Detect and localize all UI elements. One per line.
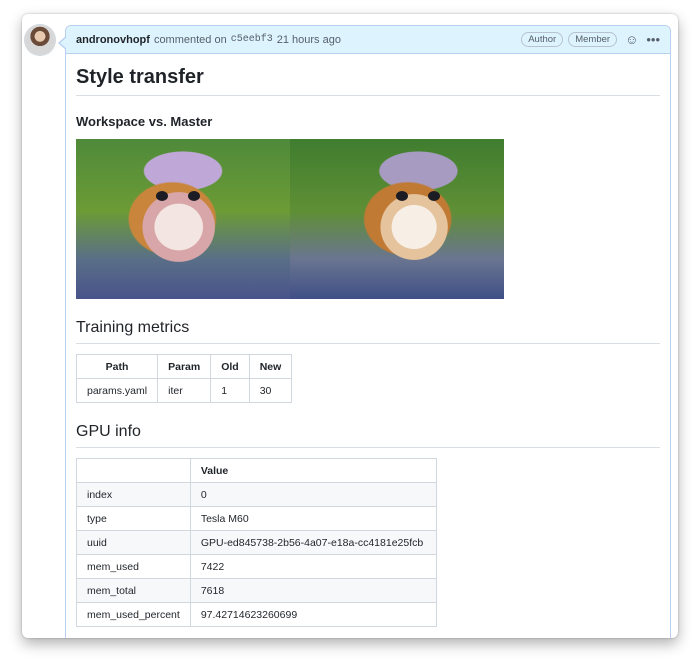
table-header-row: Value [76, 458, 437, 483]
master-image [290, 139, 504, 299]
table-cell: uuid [76, 530, 191, 555]
table-cell: Tesla M60 [189, 506, 437, 531]
table-row: mem_total 7618 [76, 578, 437, 603]
table-cell: mem_used [76, 554, 191, 579]
workspace-image [76, 139, 290, 299]
author-link[interactable]: andronovhopf [76, 34, 150, 46]
table-cell: type [76, 506, 191, 531]
table-cell: iter [157, 378, 212, 403]
comment-action: commented on [153, 33, 227, 46]
table-cell: params.yaml [75, 378, 159, 403]
table-row: index 0 [76, 482, 437, 507]
table-cell: 7422 [189, 554, 437, 579]
table-cell: 0 [189, 482, 437, 507]
table-row: params.yaml iter 1 30 [75, 378, 293, 403]
comment-card: andronovhopf commented on c5eebf3 21 hou… [58, 25, 671, 638]
table-cell: mem_used_percent [76, 602, 191, 627]
metrics-heading: Training metrics [76, 319, 660, 344]
column-header [76, 458, 191, 483]
table-cell: index [76, 482, 191, 507]
table-row: mem_used_percent 97.42714623260699 [76, 602, 437, 627]
table-row: type Tesla M60 [76, 506, 437, 531]
column-header: Value [189, 458, 437, 483]
smiley-icon[interactable]: ☺ [625, 33, 638, 46]
column-header: Path [75, 354, 159, 379]
member-badge: Member [568, 32, 618, 47]
table-row: uuid GPU-ed845738-2b56-4a07-e18a-cc4181e… [76, 530, 437, 555]
table-cell: 1 [210, 378, 250, 403]
comparison-heading: Workspace vs. Master [76, 114, 213, 129]
table-cell: 97.42714623260699 [189, 602, 437, 627]
table-header-row: Path Param Old New [75, 354, 293, 379]
column-header: New [248, 354, 293, 379]
table-row: mem_used 7422 [76, 554, 437, 579]
page-title: Style transfer [76, 66, 660, 96]
table-cell: 30 [248, 378, 293, 403]
kebab-menu-icon[interactable]: ••• [646, 33, 660, 46]
comment-header: andronovhopf commented on c5eebf3 21 hou… [66, 26, 670, 54]
table-cell: mem_total [76, 578, 191, 603]
gpu-heading: GPU info [76, 423, 660, 448]
metrics-table: Path Param Old New params.yaml iter 1 30 [75, 354, 293, 403]
author-badge: Author [521, 32, 564, 47]
comment-body: Style transfer Workspace vs. Master Trai… [66, 66, 670, 627]
table-cell: 7618 [189, 578, 437, 603]
gpu-table: Value index 0 type Tesla M60 uuid GPU-ed… [76, 458, 437, 627]
table-cell: GPU-ed845738-2b56-4a07-e18a-cc4181e25fcb [189, 530, 437, 555]
comment-time[interactable]: 21 hours ago [277, 34, 341, 46]
comparison-images [76, 139, 504, 299]
column-header: Old [210, 354, 250, 379]
column-header: Param [157, 354, 212, 379]
commit-sha-link[interactable]: c5eebf3 [231, 34, 273, 45]
window-frame: andronovhopf commented on c5eebf3 21 hou… [22, 14, 678, 638]
avatar[interactable] [25, 25, 55, 55]
